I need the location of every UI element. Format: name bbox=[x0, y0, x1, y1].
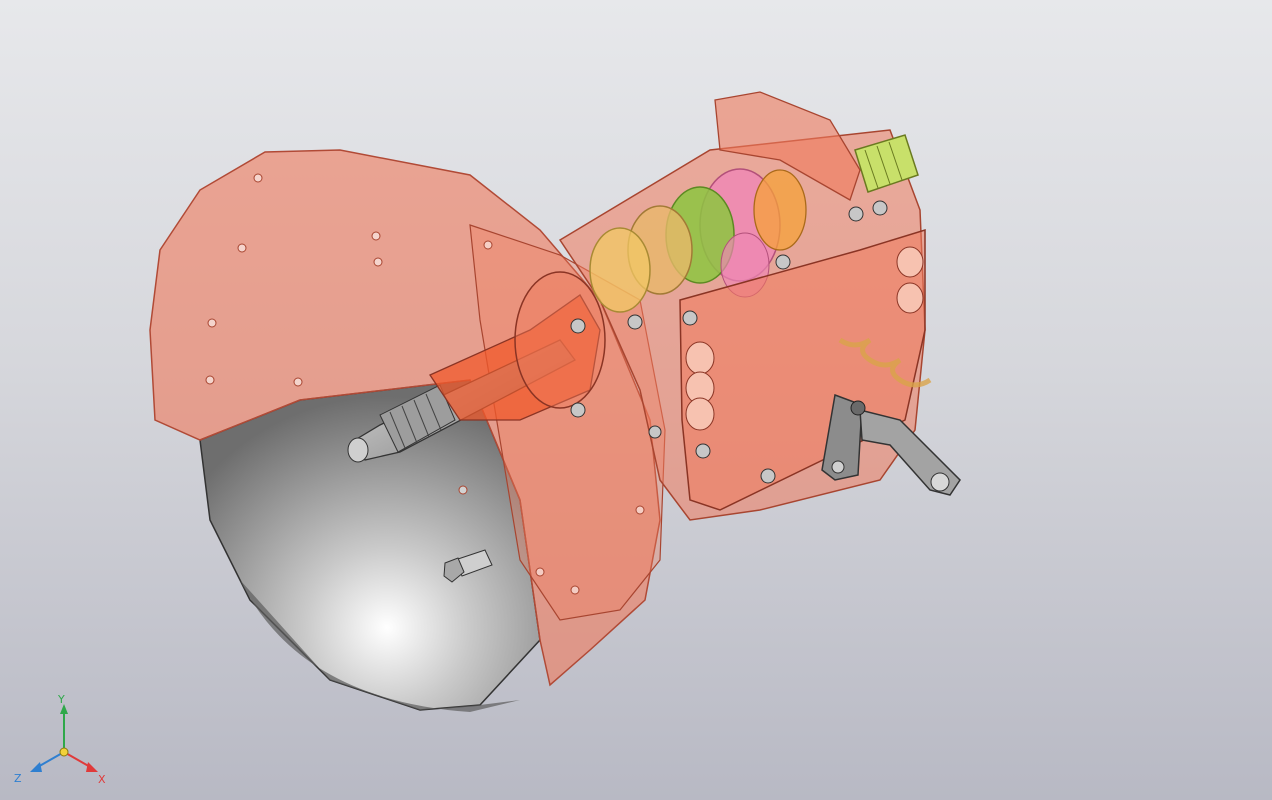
bell-housing-interior bbox=[199, 379, 541, 711]
z-axis-label: Z bbox=[14, 772, 22, 785]
axis-orientation-triad: Y X Z bbox=[14, 693, 106, 786]
x-axis-arrow bbox=[86, 762, 98, 772]
y-axis-label: Y bbox=[57, 693, 65, 706]
gearbox-assembly-model[interactable] bbox=[0, 0, 1272, 800]
x-axis-label: X bbox=[98, 773, 106, 786]
cad-3d-viewport[interactable]: Y X Z bbox=[0, 0, 1272, 800]
front-bearing-cover bbox=[514, 271, 606, 409]
triad-origin bbox=[59, 747, 69, 757]
z-axis-arrow bbox=[30, 762, 42, 772]
